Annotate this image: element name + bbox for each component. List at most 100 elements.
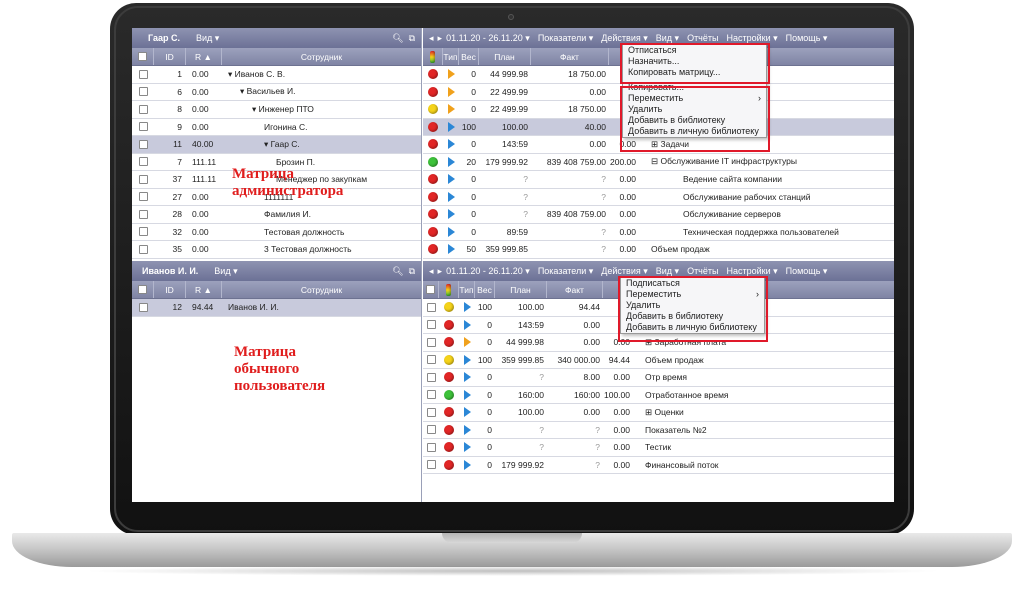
table-row[interactable]: 11 40.00 ▾ Гаар С. — [132, 136, 421, 154]
column-id[interactable]: ID — [154, 48, 186, 65]
metric-plan: ? — [539, 372, 544, 383]
row-checkbox[interactable] — [138, 174, 148, 184]
metric-name: Отр время — [645, 372, 688, 383]
select-all-checkbox[interactable] — [423, 281, 439, 298]
row-checkbox[interactable] — [138, 87, 148, 97]
select-all-checkbox[interactable] — [132, 281, 154, 298]
select-all-checkbox[interactable] — [132, 48, 154, 65]
table-row[interactable]: 0?? 0.00 Тестик — [423, 439, 894, 457]
column-r[interactable]: R ▲ — [186, 48, 222, 65]
metric-fact: ? — [601, 226, 606, 237]
metric-percent: 0.00 — [619, 209, 636, 220]
table-row[interactable]: 100 359 999.85 340 000.00 94.44 Объем продаж — [423, 352, 894, 369]
status-yellow-icon — [428, 104, 438, 115]
row-checkbox[interactable] — [426, 460, 436, 470]
next-period-icon[interactable]: ▸ — [438, 33, 443, 44]
menu-settings[interactable]: Настройки ▾ — [726, 266, 777, 277]
row-checkbox[interactable] — [426, 425, 436, 435]
row-checkbox[interactable] — [138, 227, 148, 237]
row-checkbox[interactable] — [426, 320, 436, 330]
metric-name: Отработанное время — [645, 389, 729, 400]
period-selector[interactable]: 01.11.20 - 26.11.20 ▾ — [446, 266, 530, 277]
row-checkbox[interactable] — [138, 302, 148, 312]
row-checkbox[interactable] — [138, 104, 148, 114]
table-row[interactable]: 20 179 999.92 839 408 759.00 200.00 ⊟ Обслуж… — [423, 154, 894, 171]
table-row[interactable]: 0? 8.00 0.00 Отр время — [423, 369, 894, 387]
table-row[interactable]: 8 0.00 ▾ Инженер ПТО — [132, 101, 421, 119]
prev-period-icon[interactable]: ◂ — [429, 266, 434, 277]
view-menu[interactable]: Вид ▾ — [214, 266, 237, 277]
column-r[interactable]: R ▲ — [186, 281, 222, 298]
column-weight[interactable]: Вес — [459, 48, 479, 65]
menu-actions[interactable]: Действия ▾ — [601, 266, 647, 277]
menu-indicators[interactable]: Показатели ▾ — [538, 266, 593, 277]
table-row[interactable]: 12 94.44 Иванов И. И. — [132, 299, 421, 317]
view-menu[interactable]: Вид ▾ — [196, 33, 219, 44]
metric-plan: 160:00 — [518, 389, 544, 400]
status-column-icon[interactable] — [439, 281, 459, 298]
column-weight[interactable]: Вес — [475, 281, 495, 298]
table-row[interactable]: 0 100.00 0.00 0.00 ⊞ Оценки — [423, 404, 894, 422]
table-row[interactable]: 6 0.00 ▾ Васильев И. — [132, 84, 421, 101]
table-row[interactable]: 50 359 999.85? 0.00 Объем продаж — [423, 241, 894, 259]
row-checkbox[interactable] — [138, 244, 148, 254]
export-icon[interactable]: ⧉ — [409, 33, 415, 44]
column-fact[interactable]: Факт — [547, 281, 603, 298]
table-row[interactable]: 1 0.00 ▾ Иванов С. В. — [132, 66, 421, 84]
row-checkbox[interactable] — [138, 139, 148, 149]
menu-view[interactable]: Вид ▾ — [656, 266, 679, 277]
row-checkbox[interactable] — [426, 442, 436, 452]
row-checkbox[interactable] — [138, 157, 148, 167]
column-employee[interactable]: Сотрудник — [222, 48, 421, 65]
row-checkbox[interactable] — [426, 407, 436, 417]
menu-help[interactable]: Помощь ▾ — [786, 266, 828, 277]
menu-view[interactable]: Вид ▾ — [656, 33, 679, 44]
menu-settings[interactable]: Настройки ▾ — [726, 33, 777, 44]
row-checkbox[interactable] — [138, 192, 148, 202]
menu-reports[interactable]: Отчёты — [687, 266, 718, 276]
next-period-icon[interactable]: ▸ — [438, 266, 443, 277]
metric-name: Показатель №2 — [645, 424, 707, 435]
table-row[interactable]: 0 160:00 160:00 100.00 Отработанное время — [423, 387, 894, 404]
metric-plan: ? — [523, 209, 528, 220]
metric-weight: 0 — [471, 226, 476, 237]
metric-plan: 359 999.85 — [485, 244, 528, 255]
row-checkbox[interactable] — [426, 302, 436, 312]
period-selector[interactable]: 01.11.20 - 26.11.20 ▾ — [446, 33, 530, 44]
table-row[interactable]: 0?? 0.00 Показатель №2 — [423, 422, 894, 439]
table-row[interactable]: 28 0.00 Фамилия И. — [132, 206, 421, 224]
column-id[interactable]: ID — [154, 281, 186, 298]
row-checkbox[interactable] — [426, 355, 436, 365]
row-checkbox[interactable] — [138, 209, 148, 219]
table-row[interactable]: 0 89:59? 0.00 Техническая поддержка пользов… — [423, 224, 894, 241]
table-row[interactable]: 35 0.00 3 Тестовая должность — [132, 241, 421, 259]
table-row[interactable]: 0? 839 408 759.00 0.00 Обслуживание серверо… — [423, 206, 894, 224]
column-plan[interactable]: План — [495, 281, 547, 298]
table-row[interactable]: 9 0.00 Игонина С. — [132, 119, 421, 136]
row-checkbox[interactable] — [138, 122, 148, 132]
row-checkbox[interactable] — [426, 372, 436, 382]
prev-period-icon[interactable]: ◂ — [429, 33, 434, 44]
menu-help[interactable]: Помощь ▾ — [786, 33, 828, 44]
search-icon[interactable]: 🔍︎ — [392, 266, 403, 277]
table-row[interactable]: 0?? 0.00 Обслуживание рабочих станций — [423, 189, 894, 206]
menu-reports[interactable]: Отчёты — [687, 33, 718, 43]
metric-weight: 0 — [471, 191, 476, 202]
table-row[interactable]: 0 179 999.92? 0.00 Финансовый поток — [423, 457, 894, 474]
export-icon[interactable]: ⧉ — [409, 266, 415, 277]
menu-indicators[interactable]: Показатели ▾ — [538, 33, 593, 44]
table-row[interactable]: 0?? 0.00 Ведение сайта компании — [423, 171, 894, 189]
search-icon[interactable]: 🔍︎ — [392, 33, 403, 44]
column-employee[interactable]: Сотрудник — [222, 281, 421, 298]
column-type[interactable]: Тип — [443, 48, 459, 65]
table-row[interactable]: 32 0.00 Тестовая должность — [132, 224, 421, 241]
column-fact[interactable]: Факт — [531, 48, 609, 65]
status-column-icon[interactable] — [423, 48, 443, 65]
row-checkbox[interactable] — [426, 337, 436, 347]
column-plan[interactable]: План — [479, 48, 531, 65]
column-type[interactable]: Тип — [459, 281, 475, 298]
menu-actions[interactable]: Действия ▾ — [601, 33, 647, 44]
row-checkbox[interactable] — [138, 69, 148, 79]
row-checkbox[interactable] — [426, 390, 436, 400]
metric-fact: 8.00 — [583, 372, 600, 383]
